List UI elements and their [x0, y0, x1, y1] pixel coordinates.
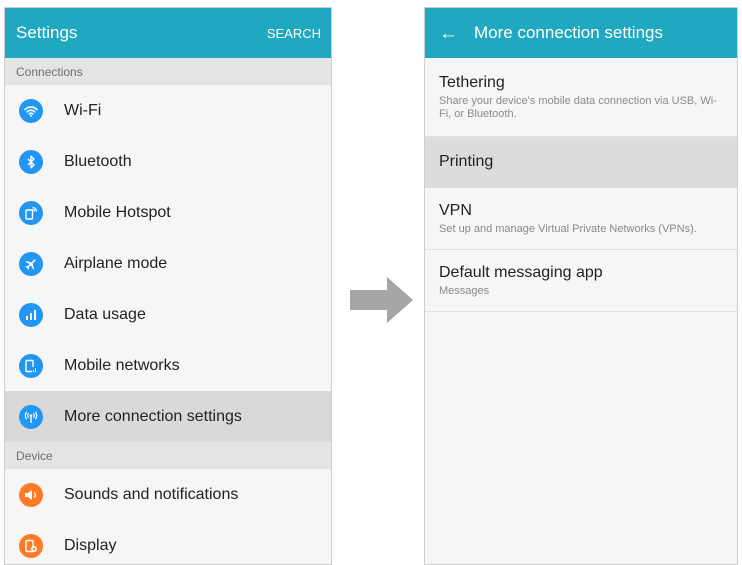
section-header-connections: Connections — [5, 58, 331, 85]
data-usage-icon — [19, 302, 43, 327]
hotspot-icon — [19, 200, 43, 225]
settings-item-display[interactable]: Display — [5, 520, 331, 564]
more-connection-settings-screen: ← More connection settings Tethering Sha… — [424, 7, 738, 565]
settings-item-mobile-networks[interactable]: Mobile networks — [5, 340, 331, 391]
setting-item-printing[interactable]: Printing — [425, 137, 737, 188]
setting-subtitle: Messages — [439, 284, 490, 297]
settings-screen: Settings SEARCH Connections Wi-Fi Blueto… — [4, 7, 332, 565]
wifi-icon — [19, 98, 43, 123]
mobile-networks-icon — [19, 353, 43, 378]
settings-item-label: Sounds and notifications — [64, 485, 239, 503]
settings-item-more-connection-settings[interactable]: More connection settings — [5, 391, 331, 442]
settings-item-data-usage[interactable]: Data usage — [5, 289, 331, 340]
settings-item-label: Mobile networks — [64, 356, 180, 374]
bluetooth-icon — [19, 149, 43, 174]
section-header-device: Device — [5, 442, 331, 469]
display-icon — [19, 533, 43, 558]
screen-title: More connection settings — [474, 23, 663, 42]
setting-title: Default messaging app — [439, 263, 603, 281]
setting-title: Tethering — [439, 73, 505, 91]
settings-title: Settings — [16, 23, 78, 42]
settings-item-label: More connection settings — [64, 407, 242, 425]
more-connection-app-bar: ← More connection settings — [425, 8, 737, 58]
setting-subtitle: Share your device's mobile data connecti… — [439, 94, 717, 120]
settings-item-bluetooth[interactable]: Bluetooth — [5, 136, 331, 187]
settings-item-label: Airplane mode — [64, 254, 168, 272]
antenna-icon — [19, 404, 43, 429]
back-arrow-icon[interactable]: ← — [439, 24, 458, 43]
airplane-icon — [19, 251, 43, 276]
setting-item-vpn[interactable]: VPN Set up and manage Virtual Private Ne… — [425, 188, 737, 250]
setting-subtitle: Set up and manage Virtual Private Networ… — [439, 222, 697, 235]
settings-item-label: Data usage — [64, 305, 146, 323]
setting-title: VPN — [439, 201, 472, 219]
setting-title: Printing — [439, 153, 494, 170]
settings-item-sounds-notifications[interactable]: Sounds and notifications — [5, 469, 331, 520]
settings-item-label: Mobile Hotspot — [64, 203, 171, 221]
arrow-right-icon — [350, 277, 413, 323]
settings-app-bar: Settings SEARCH — [5, 8, 331, 58]
settings-item-mobile-hotspot[interactable]: Mobile Hotspot — [5, 187, 331, 238]
setting-item-tethering[interactable]: Tethering Share your device's mobile dat… — [425, 58, 737, 137]
settings-item-label: Display — [64, 536, 117, 554]
settings-item-label: Wi-Fi — [64, 101, 102, 119]
settings-item-label: Bluetooth — [64, 152, 132, 170]
settings-item-airplane-mode[interactable]: Airplane mode — [5, 238, 331, 289]
search-button[interactable]: SEARCH — [267, 26, 321, 41]
setting-item-default-messaging-app[interactable]: Default messaging app Messages — [425, 250, 737, 312]
settings-item-wifi[interactable]: Wi-Fi — [5, 85, 331, 136]
speaker-icon — [19, 482, 43, 507]
